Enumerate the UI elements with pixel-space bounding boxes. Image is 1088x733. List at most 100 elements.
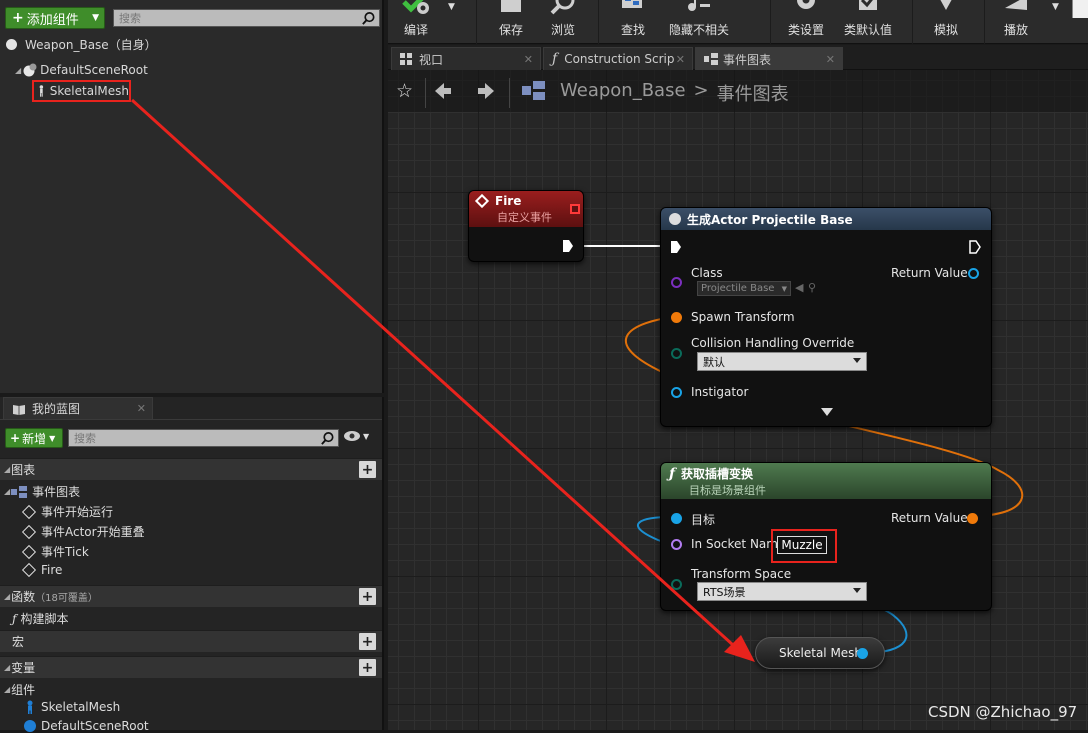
toolbar-overflow-icon[interactable] xyxy=(1072,0,1088,18)
add-component-button[interactable]: + 添加组件 ▼ xyxy=(5,7,105,29)
close-icon[interactable]: ✕ xyxy=(826,53,835,66)
save-button[interactable]: 保存 xyxy=(492,0,530,44)
chevron-down-icon xyxy=(853,588,861,593)
collision-select[interactable]: 默认 xyxy=(697,352,867,371)
tree-item-label: DefaultSceneRoot xyxy=(40,63,148,77)
variable-output-pin[interactable] xyxy=(857,648,868,659)
class-settings-button[interactable]: 类设置 xyxy=(784,0,828,44)
scene-root-icon xyxy=(23,63,37,77)
event-icon xyxy=(21,562,37,578)
return-value-pin[interactable] xyxy=(968,268,979,279)
blueprint-search-input[interactable]: 搜索 xyxy=(68,429,339,447)
instigator-pin[interactable] xyxy=(671,387,682,398)
toolbar-separator xyxy=(476,0,477,44)
close-icon[interactable]: ✕ xyxy=(524,53,533,66)
components-search-input[interactable]: 搜索 xyxy=(113,9,380,27)
tab-viewport[interactable]: 视口 ✕ xyxy=(391,47,541,70)
tab-event-graph[interactable]: 事件图表 ✕ xyxy=(695,47,843,70)
toolbar-separator xyxy=(598,0,599,44)
socket-name-input[interactable]: Muzzle xyxy=(777,536,827,554)
hide-unrelated-button[interactable]: 隐藏不相关 xyxy=(664,0,734,44)
tree-item-skeletalmesh[interactable]: SkeletalMesh xyxy=(32,80,131,102)
self-icon xyxy=(6,38,17,50)
fire-event-node[interactable]: Fire 自定义事件 xyxy=(468,190,584,262)
socket-name-pin[interactable] xyxy=(671,539,682,550)
component-label: DefaultSceneRoot xyxy=(41,719,149,733)
browse-label: 浏览 xyxy=(550,23,575,37)
graph-item-event-graph[interactable]: ◢ 事件图表 xyxy=(4,483,80,500)
add-component-label: 添加组件 xyxy=(26,12,79,28)
close-icon[interactable]: ✕ xyxy=(137,402,146,415)
tree-item-label: SkeletalMesh xyxy=(49,84,129,98)
target-pin[interactable] xyxy=(671,513,682,524)
component-variable-item[interactable]: SkeletalMesh xyxy=(24,700,120,714)
collision-label: Collision Handling Override xyxy=(691,336,855,350)
play-options-icon[interactable]: ▼ xyxy=(1052,2,1059,12)
section-graphs[interactable]: ◢ 图表 + xyxy=(0,458,382,480)
add-graph-button[interactable]: + xyxy=(359,461,376,478)
section-label: 宏 xyxy=(12,635,25,649)
use-selected-arrow-icon[interactable]: ◀ xyxy=(795,281,803,294)
return-value-pin[interactable] xyxy=(967,513,978,524)
event-item[interactable]: Fire xyxy=(21,562,62,578)
compile-button[interactable]: 编译 xyxy=(388,0,444,44)
transform-space-select[interactable]: RTS场景 xyxy=(697,582,867,601)
tab-construction-script[interactable]: ƒ Construction Scrip ✕ xyxy=(543,47,693,70)
exec-out-pin[interactable] xyxy=(969,240,981,254)
exec-in-pin[interactable] xyxy=(670,240,682,254)
collision-pin[interactable] xyxy=(671,348,682,359)
spawn-actor-node[interactable]: 生成Actor Projectile Base Class Projectile… xyxy=(660,207,992,427)
add-function-button[interactable]: + xyxy=(359,588,376,605)
transform-space-label: Transform Space xyxy=(691,567,792,581)
browse-search-icon[interactable]: ⚲ xyxy=(808,281,816,294)
find-button[interactable]: 查找 xyxy=(614,0,652,44)
skeletal-mesh-variable-node[interactable]: Skeletal Mesh xyxy=(755,637,885,669)
variable-label: Skeletal Mesh xyxy=(779,646,863,660)
compile-options-icon[interactable]: ▼ xyxy=(448,2,455,12)
chevron-down-icon: ▼ xyxy=(363,431,370,441)
exec-out-pin[interactable] xyxy=(562,239,574,253)
viewport-icon xyxy=(400,53,412,65)
eye-icon xyxy=(344,431,360,441)
simulate-button[interactable]: 模拟 xyxy=(926,0,966,44)
class-defaults-button[interactable]: 类默认值 xyxy=(838,0,898,44)
view-options-button[interactable]: ▼ xyxy=(343,430,369,442)
function-label: 构建脚本 xyxy=(20,612,69,626)
close-icon[interactable]: ✕ xyxy=(676,53,685,66)
delegate-pin[interactable] xyxy=(570,204,580,214)
event-graph-canvas[interactable]: ☆ Weapon_Base > 事件图表 Fire 自定义事件 生成Actor … xyxy=(388,70,1088,730)
event-item[interactable]: 事件开始运行 xyxy=(21,503,113,520)
hide-unrelated-icon xyxy=(688,0,710,11)
section-variables[interactable]: ◢ 变量 + xyxy=(0,656,382,678)
component-variable-item[interactable]: DefaultSceneRoot xyxy=(24,719,149,733)
tab-divider xyxy=(0,419,382,420)
tree-item-defaultsceneroot[interactable]: ◢ DefaultSceneRoot xyxy=(15,61,148,79)
transform-space-pin[interactable] xyxy=(671,579,682,590)
chevron-down-icon: ▼ xyxy=(92,13,99,23)
browse-button[interactable]: 浏览 xyxy=(544,0,582,44)
get-socket-transform-node[interactable]: ƒ 获取插槽变换 目标是场景组件 目标 Return Value In Sock… xyxy=(660,462,992,611)
self-item[interactable]: Weapon_Base（自身） xyxy=(6,35,157,53)
function-item-construction-script[interactable]: ƒ 构建脚本 xyxy=(12,610,68,627)
class-pin[interactable] xyxy=(671,277,682,288)
section-components[interactable]: ◢ 组件 xyxy=(4,681,35,698)
new-button[interactable]: + 新增 ▼ xyxy=(5,428,63,448)
section-functions[interactable]: ◢ 函数 （18可覆盖） + xyxy=(0,585,382,607)
expand-advanced-icon[interactable] xyxy=(821,408,833,416)
section-macros[interactable]: 宏 + xyxy=(0,630,382,652)
play-button[interactable]: 播放 xyxy=(996,0,1036,44)
event-item[interactable]: 事件Tick xyxy=(21,543,89,560)
search-placeholder: 搜索 xyxy=(74,432,96,445)
component-label: SkeletalMesh xyxy=(41,700,121,714)
event-graph-icon xyxy=(704,53,718,65)
event-item[interactable]: 事件Actor开始重叠 xyxy=(21,523,145,540)
expand-arrow-icon: ◢ xyxy=(4,465,11,474)
section-label: 变量 xyxy=(11,661,36,675)
gear-icon xyxy=(797,0,815,9)
tab-my-blueprint[interactable]: 我的蓝图 ✕ xyxy=(3,397,153,419)
find-label: 查找 xyxy=(620,23,645,37)
spawn-transform-pin[interactable] xyxy=(671,312,682,323)
add-variable-button[interactable]: + xyxy=(359,659,376,676)
class-select[interactable]: Projectile Base ▼ xyxy=(697,281,791,296)
add-macro-button[interactable]: + xyxy=(359,633,376,650)
